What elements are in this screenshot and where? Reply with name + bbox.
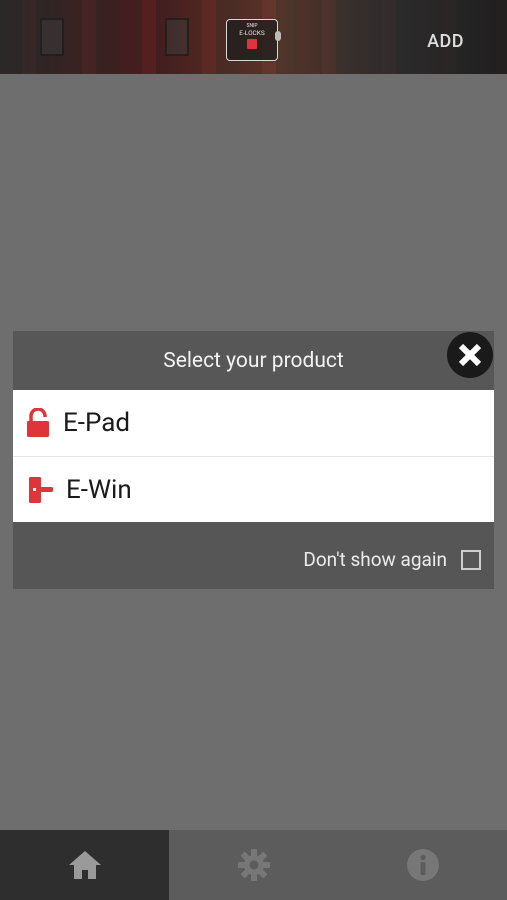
product-label: E-Win bbox=[66, 474, 132, 505]
select-product-dialog: Select your product E-Pad E-Win Don't sh… bbox=[13, 331, 494, 589]
gear-icon bbox=[237, 849, 270, 881]
dialog-title: Select your product bbox=[13, 331, 494, 390]
logo-lock-icon bbox=[247, 39, 257, 49]
background-decoration bbox=[165, 18, 189, 56]
close-icon bbox=[458, 343, 482, 367]
nav-settings[interactable] bbox=[169, 830, 338, 900]
add-button[interactable]: ADD bbox=[427, 31, 464, 52]
product-item-e-pad[interactable]: E-Pad bbox=[13, 390, 494, 457]
nav-home[interactable] bbox=[0, 830, 169, 900]
top-bar: SNIP E-LOCKS ADD bbox=[0, 0, 507, 74]
close-dialog-button[interactable] bbox=[447, 332, 493, 378]
padlock-icon bbox=[13, 408, 63, 438]
app-logo: SNIP E-LOCKS bbox=[226, 19, 278, 61]
info-icon bbox=[406, 849, 439, 881]
dialog-footer: Don't show again bbox=[13, 530, 494, 589]
status-dot-icon bbox=[275, 31, 281, 41]
logo-text-main: E-LOCKS bbox=[239, 29, 265, 37]
product-label: E-Pad bbox=[63, 408, 131, 438]
product-list: E-Pad E-Win bbox=[13, 390, 494, 522]
home-icon bbox=[68, 851, 101, 879]
background-decoration bbox=[40, 18, 64, 56]
bottom-nav bbox=[0, 830, 507, 900]
dont-show-again-checkbox[interactable] bbox=[461, 549, 481, 570]
nav-info[interactable] bbox=[338, 830, 507, 900]
product-item-e-win[interactable]: E-Win bbox=[13, 457, 494, 522]
window-handle-icon bbox=[16, 476, 66, 504]
dont-show-again-label: Don't show again bbox=[303, 548, 447, 571]
